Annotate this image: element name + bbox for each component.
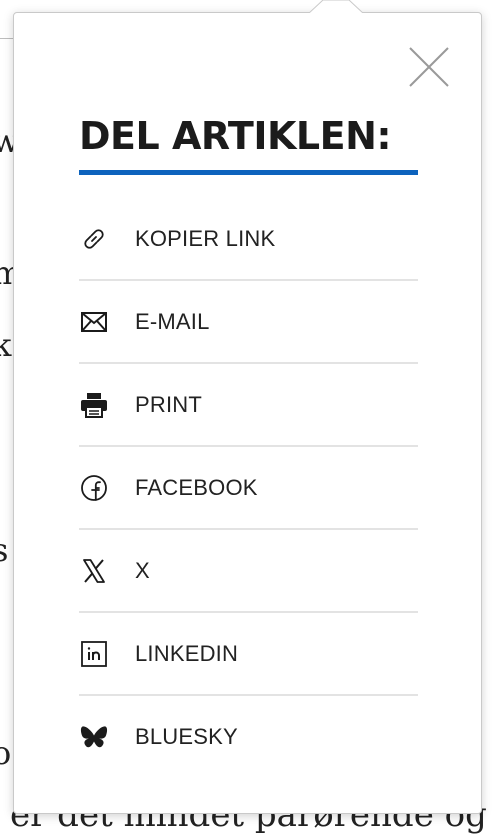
bluesky-icon (79, 722, 109, 752)
title-underline (79, 170, 418, 175)
share-options-list: KOPIER LINK E-MAIL PRINT FACEBOOK X LINK… (79, 198, 418, 777)
share-linkedin[interactable]: LINKEDIN (79, 613, 418, 696)
share-print[interactable]: PRINT (79, 364, 418, 447)
article-text-fragment: s (0, 531, 9, 569)
share-popup: DEL ARTIKLEN: KOPIER LINK E-MAIL PRINT F… (13, 0, 482, 814)
share-bluesky[interactable]: BLUESKY (79, 696, 418, 777)
close-icon (409, 47, 449, 87)
x-icon (79, 556, 109, 586)
link-icon (79, 224, 109, 254)
linkedin-icon (79, 639, 109, 669)
share-facebook-label: FACEBOOK (135, 474, 258, 500)
share-bluesky-label: BLUESKY (135, 723, 238, 749)
share-x[interactable]: X (79, 530, 418, 613)
article-divider (0, 38, 14, 39)
facebook-icon (79, 473, 109, 503)
email-icon (79, 307, 109, 337)
article-text-fragment: o (0, 734, 12, 772)
share-email-label: E-MAIL (135, 308, 210, 334)
share-title: DEL ARTIKLEN: (79, 114, 392, 158)
article-text-fragment: k (0, 326, 12, 364)
share-x-label: X (135, 557, 150, 583)
share-copy-link[interactable]: KOPIER LINK (79, 198, 418, 281)
close-button[interactable] (407, 45, 451, 89)
share-print-label: PRINT (135, 391, 202, 417)
share-facebook[interactable]: FACEBOOK (79, 447, 418, 530)
share-linkedin-label: LINKEDIN (135, 640, 239, 666)
share-email[interactable]: E-MAIL (79, 281, 418, 364)
share-copy-link-label: KOPIER LINK (135, 225, 276, 251)
printer-icon (79, 390, 109, 420)
